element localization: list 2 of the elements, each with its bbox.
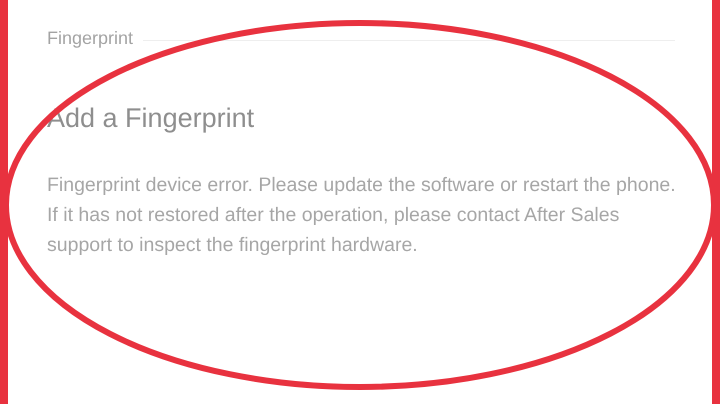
section-header: Fingerprint — [47, 28, 134, 49]
error-message: Fingerprint device error. Please update the software or restart the phone. If it has not restored after the operation, please contact After Sales support to inspect the fingerprint hardware. — [47, 173, 677, 258]
